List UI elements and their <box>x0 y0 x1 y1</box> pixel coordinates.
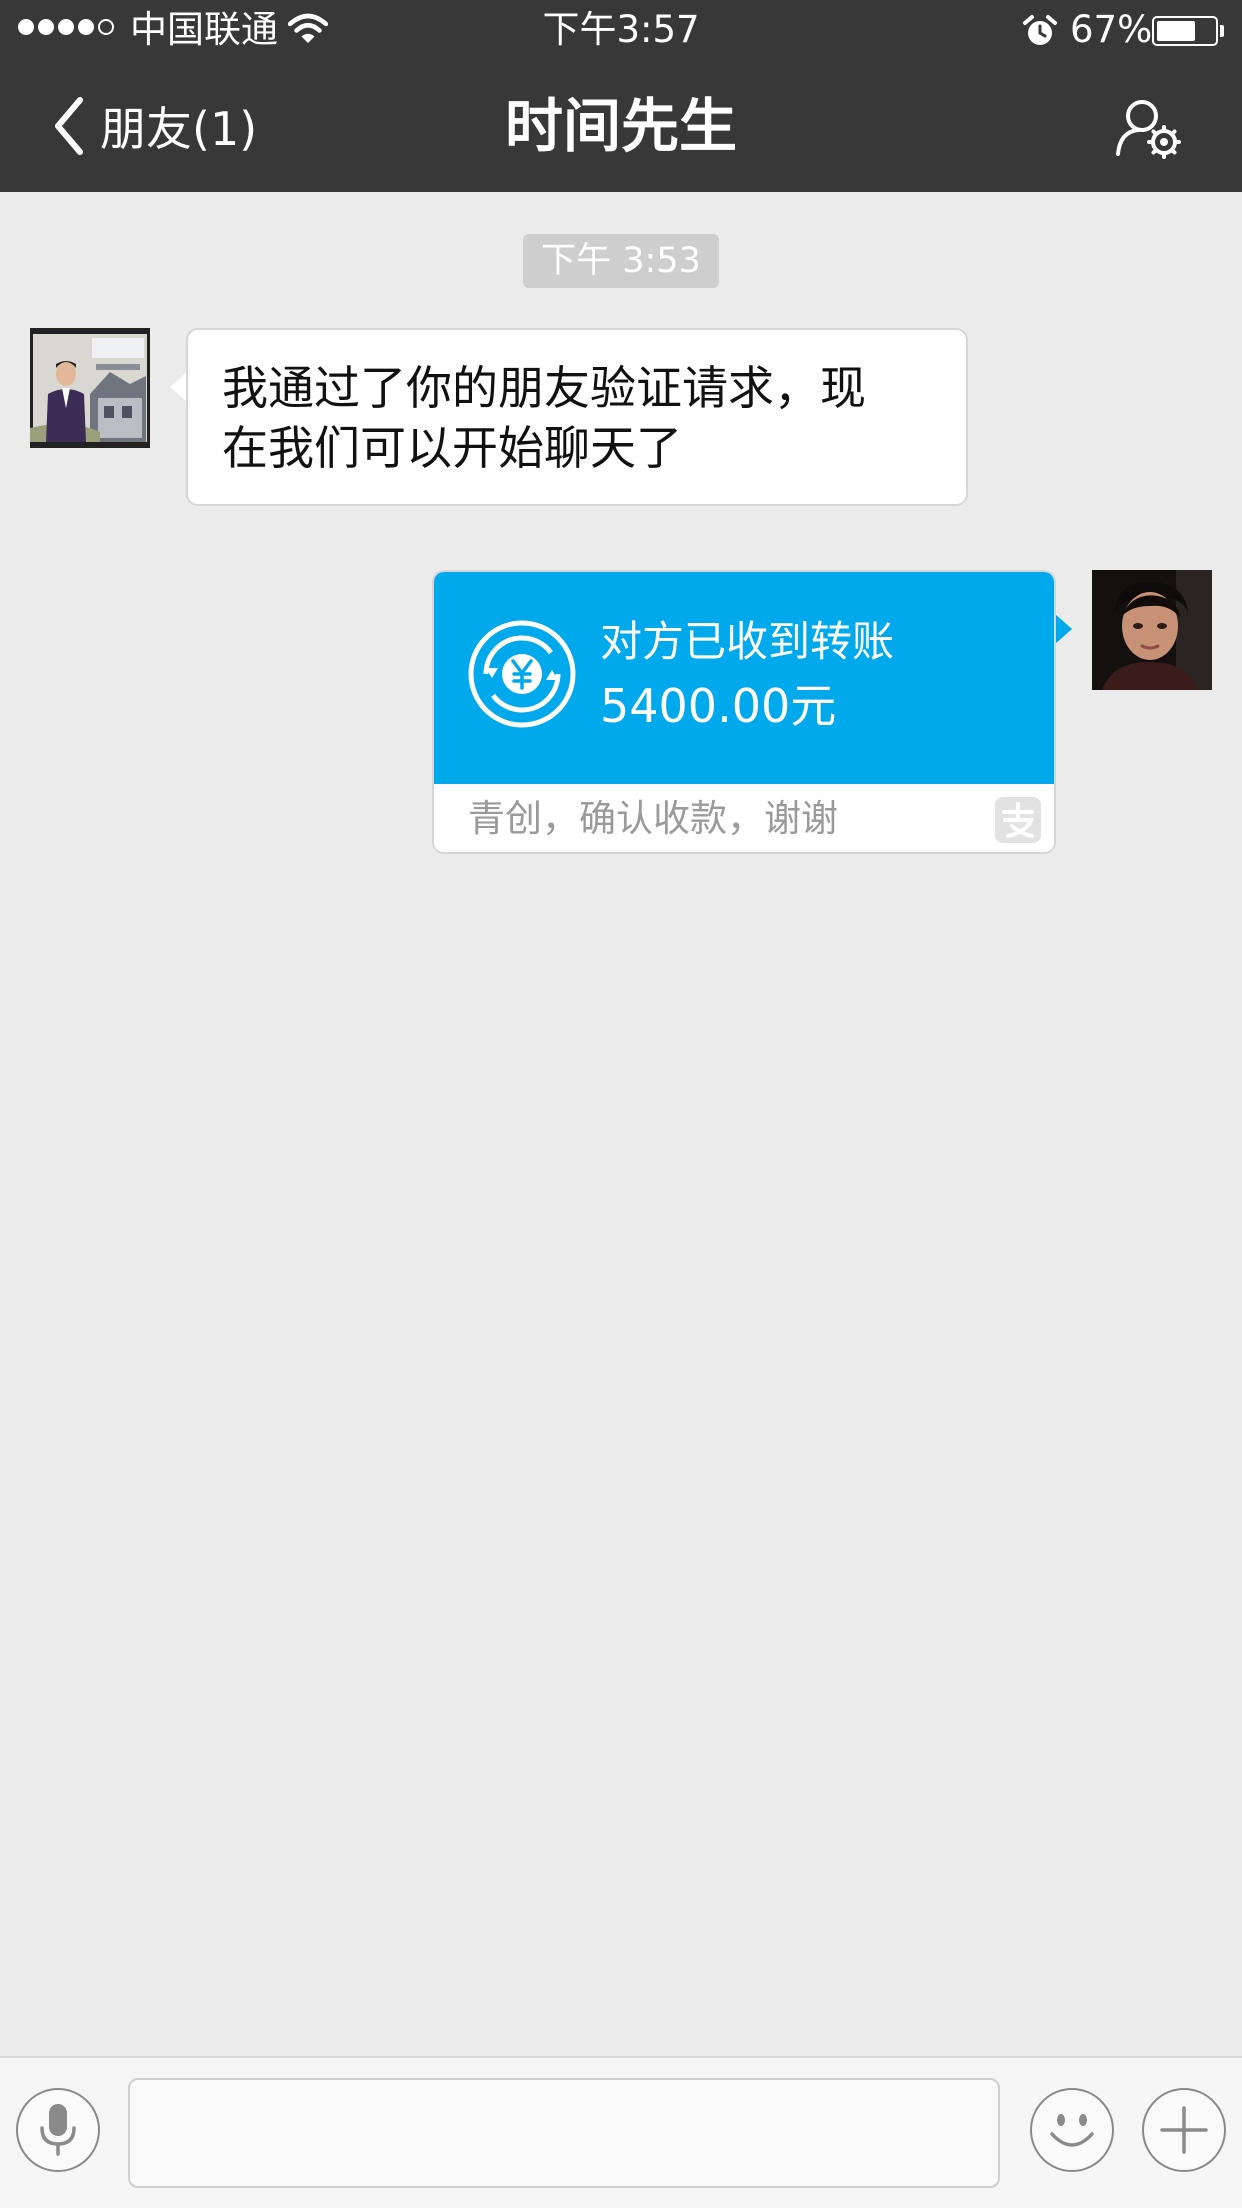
transfer-bubble-tail <box>1055 614 1072 644</box>
battery-percentage: 67% <box>1070 8 1153 51</box>
yuan-transfer-icon <box>466 618 578 734</box>
alipay-logo-icon <box>994 796 1042 848</box>
emoji-button[interactable] <box>1030 2088 1114 2172</box>
transfer-message-card[interactable]: 对方已收到转账 5400.00元 青创，确认收款，谢谢 <box>432 570 1056 854</box>
battery-icon <box>1152 16 1218 46</box>
transfer-status-text: 对方已收到转账 <box>600 617 895 666</box>
navigation-bar: 朋友(1) 时间先生 <box>0 60 1242 192</box>
status-bar: 中国联通 下午3:57 67% <box>0 0 1242 60</box>
transfer-card-header: 对方已收到转账 5400.00元 <box>434 572 1054 784</box>
alarm-clock-icon <box>1022 14 1058 59</box>
transfer-card-footer: 青创，确认收款，谢谢 <box>434 784 1054 852</box>
chat-timestamp: 下午 3:53 <box>523 234 719 288</box>
my-avatar[interactable] <box>1092 570 1212 690</box>
contact-avatar[interactable] <box>30 328 150 448</box>
message-bubble-tail <box>170 372 187 402</box>
plus-icon <box>1160 2106 1208 2154</box>
chat-title: 时间先生 <box>504 92 737 160</box>
transfer-amount: 5400.00元 <box>600 679 837 733</box>
message-text-line-2: 在我们可以开始聊天了 <box>222 421 682 475</box>
incoming-message-bubble[interactable]: 我通过了你的朋友验证请求，现 在我们可以开始聊天了 <box>186 328 968 506</box>
user-settings-icon[interactable] <box>1112 92 1184 166</box>
battery-tip <box>1220 25 1224 37</box>
more-options-button[interactable] <box>1142 2088 1226 2172</box>
message-text-line-1: 我通过了你的朋友验证请求，现 <box>222 361 866 415</box>
transfer-note: 青创，确认收款，谢谢 <box>468 797 838 840</box>
battery-level-fill <box>1157 21 1195 41</box>
microphone-icon <box>40 2104 76 2156</box>
smiley-icon <box>1050 2114 1094 2147</box>
voice-input-button[interactable] <box>16 2088 100 2172</box>
message-text-input[interactable] <box>128 2078 1000 2188</box>
